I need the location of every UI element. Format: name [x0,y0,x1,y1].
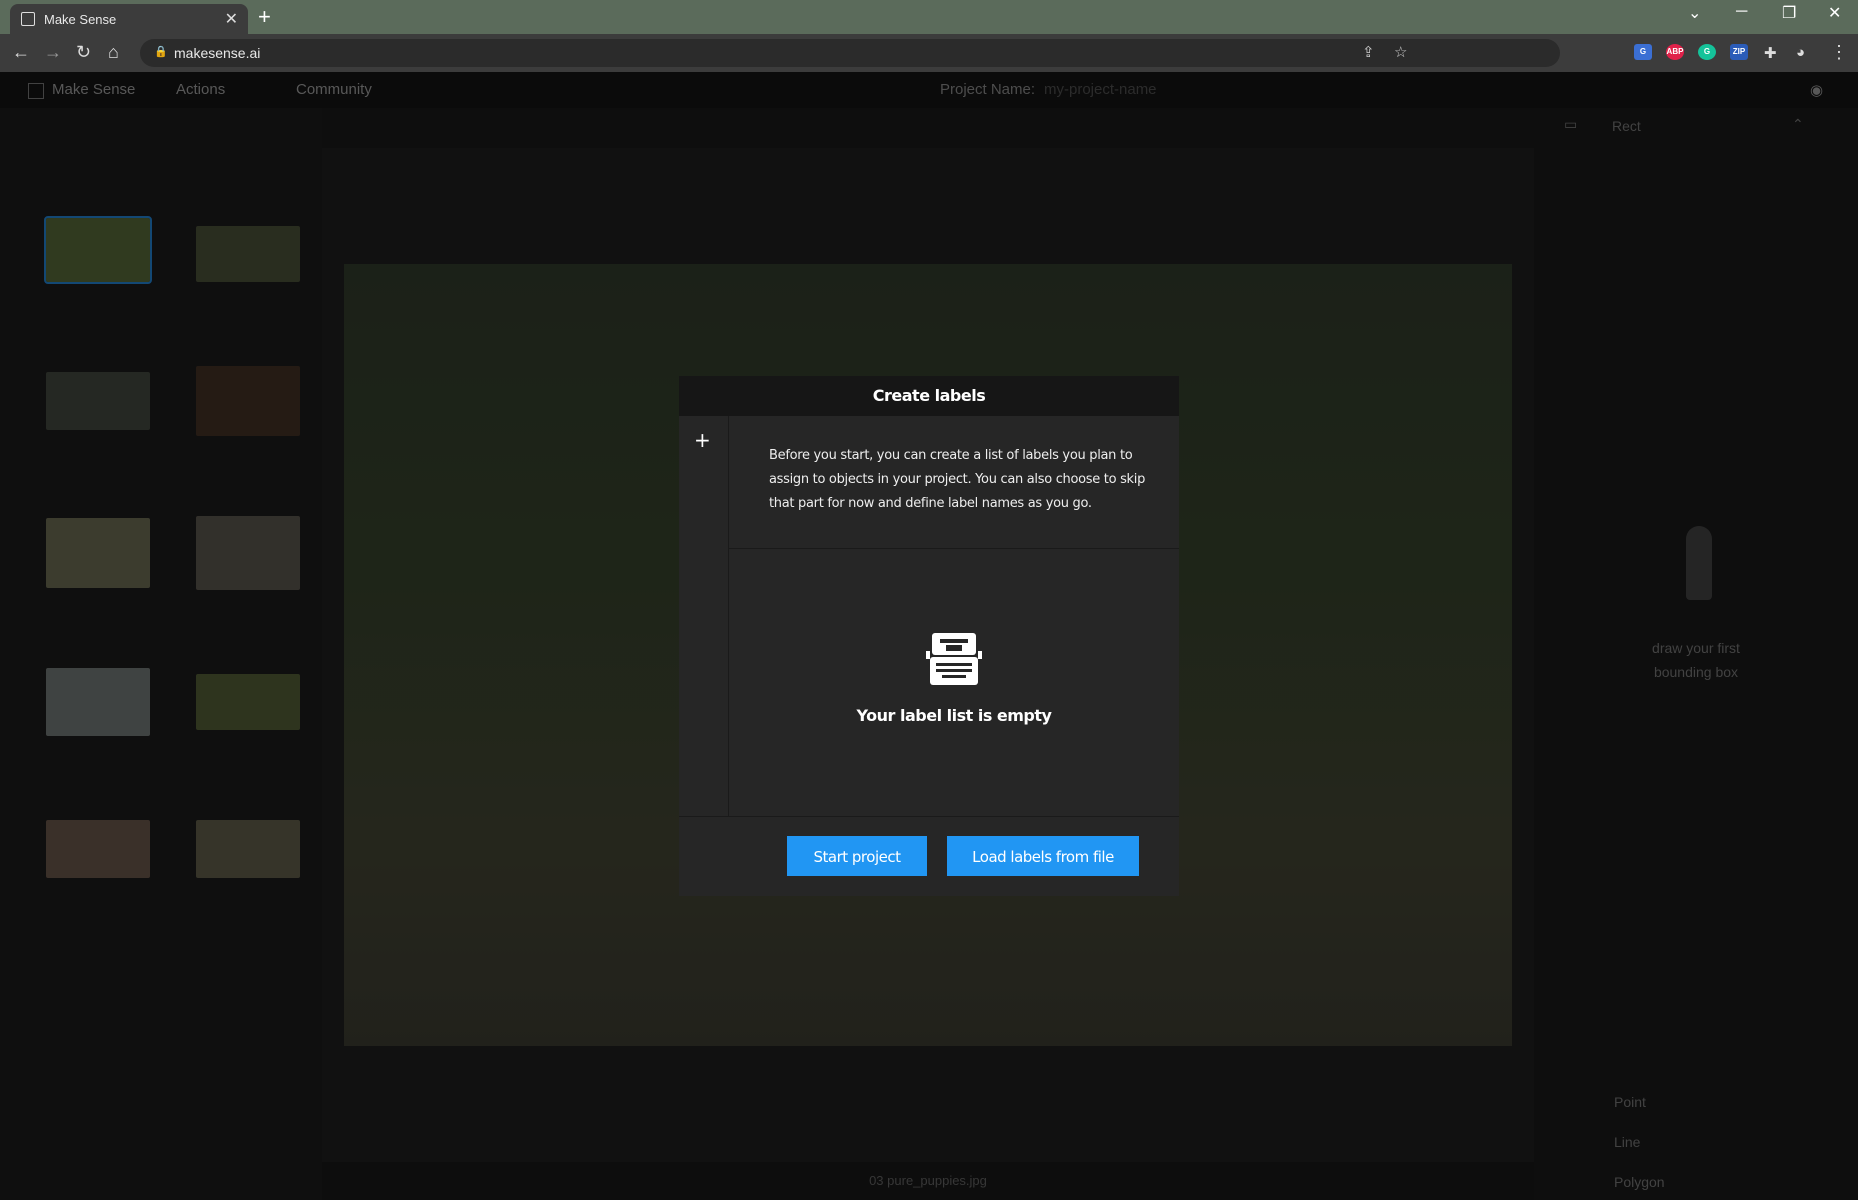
browser-menu-icon[interactable]: ⋮ [1830,42,1848,63]
new-tab-button[interactable]: + [258,4,271,30]
load-labels-button[interactable]: Load labels from file [947,836,1139,876]
reload-icon[interactable]: ↻ [76,42,91,63]
modal-title: Create labels [679,376,1179,416]
browser-tabbar: Make Sense ✕ + ⌄ ─ ❐ ✕ [0,0,1858,34]
makesense-favicon-icon [21,12,35,26]
browser-toolbar: ← → ↻ ⌂ 🔒 makesense.ai ⇪ ☆ G ABP G ZIP ✚… [0,34,1858,72]
empty-list-message: Your label list is empty [856,706,1052,725]
adblock-extension-icon[interactable]: ABP [1666,44,1684,60]
start-project-button[interactable]: Start project [787,836,927,876]
translate-extension-icon[interactable]: G [1634,44,1652,60]
modal-description: Before you start, you can create a list … [769,448,1146,511]
profile-avatar-icon[interactable]: ◕ [1796,44,1805,61]
tab-title: Make Sense [44,12,117,27]
window-close-icon[interactable]: ✕ [1828,3,1841,23]
back-icon[interactable]: ← [12,42,30,63]
bookmark-star-icon[interactable]: ☆ [1394,43,1407,61]
share-icon[interactable]: ⇪ [1362,43,1375,61]
restore-icon[interactable]: ❐ [1782,3,1796,23]
grammarly-extension-icon[interactable]: G [1698,44,1716,60]
divider [729,548,1179,549]
home-icon[interactable]: ⌂ [108,42,119,63]
minimize-icon[interactable]: ─ [1736,3,1747,21]
browser-tab[interactable]: Make Sense ✕ [10,4,248,34]
modal-sidebar: + [679,416,729,816]
address-bar[interactable]: 🔒 makesense.ai ⇪ ☆ [140,39,1560,67]
extensions-puzzle-icon[interactable]: ✚ [1764,44,1777,62]
typewriter-icon [926,633,982,685]
create-labels-modal: Create labels + Before you start, you ca… [679,376,1179,896]
url-text: makesense.ai [174,45,261,61]
divider [679,816,1179,817]
add-label-button[interactable]: + [694,428,711,452]
forward-icon[interactable]: → [44,42,62,63]
tab-search-icon[interactable]: ⌄ [1688,3,1701,23]
lock-icon: 🔒 [154,46,168,58]
tab-close-icon[interactable]: ✕ [225,9,238,29]
zip-extension-icon[interactable]: ZIP [1730,44,1748,60]
